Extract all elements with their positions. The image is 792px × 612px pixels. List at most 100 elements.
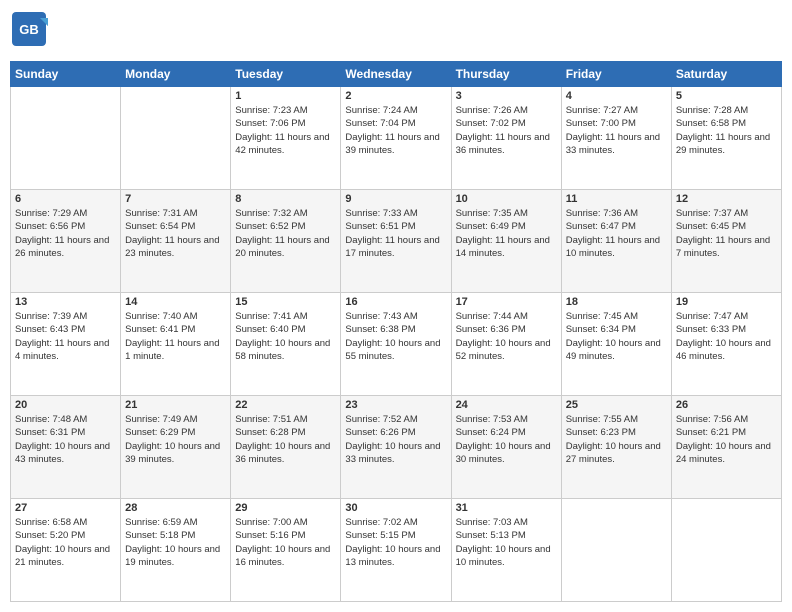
- day-info: Sunrise: 6:59 AM Sunset: 5:18 PM Dayligh…: [125, 516, 226, 569]
- day-number: 7: [125, 193, 226, 205]
- day-info: Sunrise: 7:41 AM Sunset: 6:40 PM Dayligh…: [235, 310, 336, 363]
- day-number: 25: [566, 399, 667, 411]
- day-info: Sunrise: 7:03 AM Sunset: 5:13 PM Dayligh…: [456, 516, 557, 569]
- day-info: Sunrise: 7:36 AM Sunset: 6:47 PM Dayligh…: [566, 207, 667, 260]
- calendar-cell: 6Sunrise: 7:29 AM Sunset: 6:56 PM Daylig…: [11, 190, 121, 293]
- calendar-cell: 13Sunrise: 7:39 AM Sunset: 6:43 PM Dayli…: [11, 293, 121, 396]
- day-info: Sunrise: 7:48 AM Sunset: 6:31 PM Dayligh…: [15, 413, 116, 466]
- calendar-cell: 14 Sunrise: 7:40 AM Sunset: 6:41 PM Dayli…: [121, 293, 231, 396]
- day-info: Sunrise: 7:52 AM Sunset: 6:26 PM Dayligh…: [345, 413, 446, 466]
- day-number: 14: [125, 296, 226, 308]
- day-number: 4: [566, 90, 667, 102]
- calendar-cell: 7 Sunrise: 7:31 AM Sunset: 6:54 PM Daylig…: [121, 190, 231, 293]
- day-info: Sunrise: 7:40 AM Sunset: 6:41 PM Dayligh…: [125, 310, 226, 363]
- day-number: 10: [456, 193, 557, 205]
- day-info: Sunrise: 7:49 AM Sunset: 6:29 PM Dayligh…: [125, 413, 226, 466]
- day-info: Sunrise: 7:33 AM Sunset: 6:51 PM Dayligh…: [345, 207, 446, 260]
- calendar-cell: 28 Sunrise: 6:59 AM Sunset: 5:18 PM Dayli…: [121, 499, 231, 602]
- day-info: Sunrise: 7:56 AM Sunset: 6:21 PM Dayligh…: [676, 413, 777, 466]
- day-number: 8: [235, 193, 336, 205]
- calendar-header-wednesday: Wednesday: [341, 62, 451, 87]
- calendar-cell: 16 Sunrise: 7:43 AM Sunset: 6:38 PM Dayli…: [341, 293, 451, 396]
- page: GB SundayMondayTuesdayWednesdayThursdayF…: [0, 0, 792, 612]
- day-info: Sunrise: 7:47 AM Sunset: 6:33 PM Dayligh…: [676, 310, 777, 363]
- calendar-week-2: 6Sunrise: 7:29 AM Sunset: 6:56 PM Daylig…: [11, 190, 782, 293]
- day-number: 12: [676, 193, 777, 205]
- calendar-header-monday: Monday: [121, 62, 231, 87]
- day-info: Sunrise: 7:45 AM Sunset: 6:34 PM Dayligh…: [566, 310, 667, 363]
- day-info: Sunrise: 7:37 AM Sunset: 6:45 PM Dayligh…: [676, 207, 777, 260]
- calendar-cell: 1Sunrise: 7:23 AM Sunset: 7:06 PM Daylig…: [231, 87, 341, 190]
- calendar-cell: 25 Sunrise: 7:55 AM Sunset: 6:23 PM Dayli…: [561, 396, 671, 499]
- calendar-cell: 27 Sunrise: 6:58 AM Sunset: 5:20 PM Dayli…: [11, 499, 121, 602]
- day-info: Sunrise: 7:23 AM Sunset: 7:06 PM Dayligh…: [235, 104, 336, 157]
- calendar-cell: 23Sunrise: 7:52 AM Sunset: 6:26 PM Dayli…: [341, 396, 451, 499]
- day-number: 5: [676, 90, 777, 102]
- calendar-cell: 12 Sunrise: 7:37 AM Sunset: 6:45 PM Dayli…: [671, 190, 781, 293]
- day-info: Sunrise: 7:31 AM Sunset: 6:54 PM Dayligh…: [125, 207, 226, 260]
- day-number: 29: [235, 502, 336, 514]
- calendar-header-tuesday: Tuesday: [231, 62, 341, 87]
- day-number: 27: [15, 502, 116, 514]
- calendar-cell: 2 Sunrise: 7:24 AM Sunset: 7:04 PM Daylig…: [341, 87, 451, 190]
- calendar-cell: 18 Sunrise: 7:45 AM Sunset: 6:34 PM Dayli…: [561, 293, 671, 396]
- day-number: 17: [456, 296, 557, 308]
- day-info: Sunrise: 7:24 AM Sunset: 7:04 PM Dayligh…: [345, 104, 446, 157]
- day-number: 11: [566, 193, 667, 205]
- day-info: Sunrise: 7:28 AM Sunset: 6:58 PM Dayligh…: [676, 104, 777, 157]
- day-number: 26: [676, 399, 777, 411]
- day-info: Sunrise: 7:02 AM Sunset: 5:15 PM Dayligh…: [345, 516, 446, 569]
- calendar-cell: [121, 87, 231, 190]
- calendar-cell: 21 Sunrise: 7:49 AM Sunset: 6:29 PM Dayli…: [121, 396, 231, 499]
- logo: GB: [10, 10, 52, 53]
- day-info: Sunrise: 7:43 AM Sunset: 6:38 PM Dayligh…: [345, 310, 446, 363]
- calendar-cell: [11, 87, 121, 190]
- day-number: 18: [566, 296, 667, 308]
- calendar-cell: 17Sunrise: 7:44 AM Sunset: 6:36 PM Dayli…: [451, 293, 561, 396]
- day-number: 13: [15, 296, 116, 308]
- day-number: 16: [345, 296, 446, 308]
- day-number: 15: [235, 296, 336, 308]
- calendar-header-friday: Friday: [561, 62, 671, 87]
- calendar-cell: 26 Sunrise: 7:56 AM Sunset: 6:21 PM Dayli…: [671, 396, 781, 499]
- calendar-cell: 5 Sunrise: 7:28 AM Sunset: 6:58 PM Daylig…: [671, 87, 781, 190]
- calendar-cell: 30 Sunrise: 7:02 AM Sunset: 5:15 PM Dayli…: [341, 499, 451, 602]
- day-number: 22: [235, 399, 336, 411]
- logo-graphic: GB: [10, 10, 48, 53]
- day-info: Sunrise: 7:53 AM Sunset: 6:24 PM Dayligh…: [456, 413, 557, 466]
- calendar-header-saturday: Saturday: [671, 62, 781, 87]
- calendar-cell: 11 Sunrise: 7:36 AM Sunset: 6:47 PM Dayli…: [561, 190, 671, 293]
- day-number: 3: [456, 90, 557, 102]
- calendar-cell: [561, 499, 671, 602]
- calendar-cell: 8 Sunrise: 7:32 AM Sunset: 6:52 PM Daylig…: [231, 190, 341, 293]
- day-number: 2: [345, 90, 446, 102]
- day-number: 9: [345, 193, 446, 205]
- calendar-cell: [671, 499, 781, 602]
- day-info: Sunrise: 7:55 AM Sunset: 6:23 PM Dayligh…: [566, 413, 667, 466]
- day-number: 6: [15, 193, 116, 205]
- calendar-cell: 3 Sunrise: 7:26 AM Sunset: 7:02 PM Daylig…: [451, 87, 561, 190]
- calendar-week-1: 1Sunrise: 7:23 AM Sunset: 7:06 PM Daylig…: [11, 87, 782, 190]
- calendar-cell: 15 Sunrise: 7:41 AM Sunset: 6:40 PM Dayli…: [231, 293, 341, 396]
- day-number: 28: [125, 502, 226, 514]
- day-info: Sunrise: 7:32 AM Sunset: 6:52 PM Dayligh…: [235, 207, 336, 260]
- calendar-table: SundayMondayTuesdayWednesdayThursdayFrid…: [10, 61, 782, 602]
- day-number: 20: [15, 399, 116, 411]
- calendar-cell: 29 Sunrise: 7:00 AM Sunset: 5:16 PM Dayli…: [231, 499, 341, 602]
- day-number: 30: [345, 502, 446, 514]
- calendar-cell: 4Sunrise: 7:27 AM Sunset: 7:00 PM Daylig…: [561, 87, 671, 190]
- svg-text:GB: GB: [19, 22, 39, 37]
- calendar-header-thursday: Thursday: [451, 62, 561, 87]
- day-number: 21: [125, 399, 226, 411]
- calendar-cell: 22 Sunrise: 7:51 AM Sunset: 6:28 PM Dayli…: [231, 396, 341, 499]
- day-info: Sunrise: 7:51 AM Sunset: 6:28 PM Dayligh…: [235, 413, 336, 466]
- day-info: Sunrise: 7:35 AM Sunset: 6:49 PM Dayligh…: [456, 207, 557, 260]
- calendar-cell: 20 Sunrise: 7:48 AM Sunset: 6:31 PM Dayli…: [11, 396, 121, 499]
- calendar-cell: 19Sunrise: 7:47 AM Sunset: 6:33 PM Dayli…: [671, 293, 781, 396]
- day-number: 31: [456, 502, 557, 514]
- calendar-cell: 31 Sunrise: 7:03 AM Sunset: 5:13 PM Dayli…: [451, 499, 561, 602]
- day-info: Sunrise: 7:26 AM Sunset: 7:02 PM Dayligh…: [456, 104, 557, 157]
- day-info: Sunrise: 7:00 AM Sunset: 5:16 PM Dayligh…: [235, 516, 336, 569]
- day-info: Sunrise: 6:58 AM Sunset: 5:20 PM Dayligh…: [15, 516, 116, 569]
- day-number: 24: [456, 399, 557, 411]
